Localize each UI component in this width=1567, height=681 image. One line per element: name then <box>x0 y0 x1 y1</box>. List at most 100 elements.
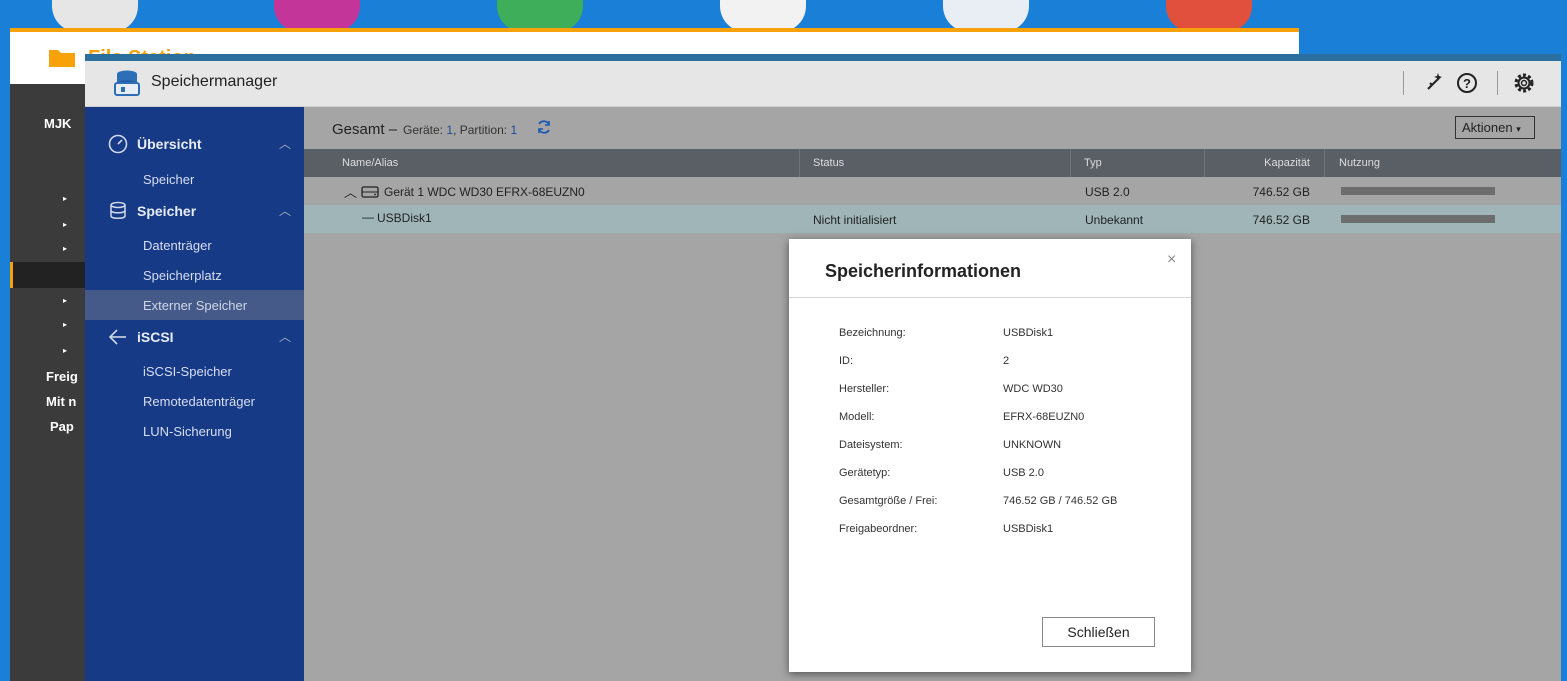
storage-info-dialog: Speicherinformationen × Bezeichnung: USB… <box>789 239 1191 672</box>
nav-group-iscsi[interactable]: iSCSI ︿ <box>85 322 304 352</box>
column-header-name[interactable]: Name/Alias <box>304 149 800 177</box>
magic-wand-icon[interactable] <box>1420 69 1448 97</box>
field-value: 2 <box>1003 355 1010 367</box>
field-label: Dateisystem: <box>839 439 903 451</box>
row-capacity: 746.52 GB <box>1252 185 1310 199</box>
summary-title-text: Gesamt <box>332 121 385 138</box>
dialog-title: Speicherinformationen <box>825 261 1022 281</box>
nav-group-overview[interactable]: Übersicht ︿ <box>85 129 304 159</box>
devices-count: 1 <box>446 123 454 137</box>
settings-gear-icon[interactable] <box>1510 69 1538 97</box>
column-header-label: Kapazität <box>1264 157 1310 169</box>
chevron-up-icon[interactable]: ︿ <box>279 202 291 219</box>
table-header: Name/Alias Status Typ Kapazität Nutzung <box>304 149 1561 177</box>
nav-item-externer-speicher[interactable]: Externer Speicher <box>85 290 304 320</box>
fs-tree-arrow[interactable]: ▸ <box>63 346 67 355</box>
field-value: 746.52 GB / 746.52 GB <box>1003 495 1118 507</box>
field-value: WDC WD30 <box>1003 383 1063 395</box>
table-row[interactable]: ︿ Gerät 1 WDC WD30 EFRX-68EUZN0 USB 2.0 … <box>304 177 1561 205</box>
folder-icon <box>49 50 75 67</box>
column-header-status[interactable]: Status <box>800 149 1071 177</box>
field-value: EFRX-68EUZN0 <box>1003 411 1085 423</box>
collapse-chevron-icon[interactable]: ︿ <box>344 182 357 201</box>
fs-tree-arrow[interactable]: ▸ <box>63 296 67 305</box>
header-divider <box>1403 71 1404 95</box>
row-type: USB 2.0 <box>1085 185 1130 199</box>
table-row-selected[interactable]: — USBDisk1 Nicht initialisiert Unbekannt… <box>304 205 1561 233</box>
tree-dash: — <box>362 210 374 224</box>
fs-tree-arrow[interactable]: ▸ <box>63 244 67 253</box>
summary-bar: Gesamt – Geräte: 1, Partition: 1 Aktione… <box>304 107 1561 149</box>
field-label: Gesamtgröße / Frei: <box>839 495 938 507</box>
close-button[interactable]: Schließen <box>1042 617 1155 647</box>
column-header-label: Status <box>813 157 845 169</box>
help-icon[interactable]: ? <box>1453 69 1481 97</box>
chevron-up-icon[interactable]: ︿ <box>279 328 291 345</box>
fs-sidebar-shared-with-me[interactable]: Mit n <box>46 394 76 409</box>
nav-item-speicher-overview[interactable]: Speicher <box>85 164 304 194</box>
field-value: USBDisk1 <box>1003 327 1054 339</box>
actions-label: Aktionen <box>1462 120 1513 135</box>
field-label: Modell: <box>839 411 875 423</box>
fs-sidebar-nas[interactable]: MJK <box>44 116 71 131</box>
row-name: Gerät 1 WDC WD30 EFRX-68EUZN0 <box>384 185 585 199</box>
caret-down-icon: ▾ <box>1516 124 1521 134</box>
column-header-capacity[interactable]: Kapazität <box>1205 149 1325 177</box>
field-label: Bezeichnung: <box>839 327 906 339</box>
dialog-divider <box>789 297 1191 298</box>
nav-item-iscsi-speicher[interactable]: iSCSI-Speicher <box>85 356 304 386</box>
nav-item-speicherplatz[interactable]: Speicherplatz <box>85 260 304 290</box>
side-navigation: Übersicht ︿ Speicher Speicher ︿ Datenträ… <box>85 107 304 681</box>
nav-item-remotedatentraeger[interactable]: Remotedatenträger <box>85 386 304 416</box>
column-header-type[interactable]: Typ <box>1071 149 1205 177</box>
row-capacity: 746.52 GB <box>1252 213 1310 227</box>
nav-group-label: Übersicht <box>137 136 202 152</box>
nav-group-storage[interactable]: Speicher ︿ <box>85 196 304 226</box>
disk-icon <box>361 186 379 198</box>
refresh-icon[interactable] <box>536 119 552 135</box>
fs-tree-arrow[interactable]: ▸ <box>63 220 67 229</box>
actions-dropdown[interactable]: Aktionen ▾ <box>1455 116 1535 139</box>
row-name: USBDisk1 <box>377 211 432 225</box>
usage-bar <box>1341 187 1495 195</box>
fs-tree-arrow[interactable]: ▸ <box>63 194 67 203</box>
dashboard-icon <box>108 134 128 154</box>
partition-label: Partition: <box>459 123 508 137</box>
window-header: Speichermanager ? <box>85 61 1561 107</box>
column-header-label: Name/Alias <box>342 157 399 169</box>
header-divider <box>1497 71 1498 95</box>
svg-text:?: ? <box>1463 76 1471 91</box>
field-value: USBDisk1 <box>1003 523 1054 535</box>
column-header-usage[interactable]: Nutzung <box>1325 149 1561 177</box>
field-value: UNKNOWN <box>1003 439 1062 451</box>
window-title: Speichermanager <box>151 73 278 90</box>
database-icon <box>110 201 126 219</box>
iscsi-icon <box>108 329 126 345</box>
field-label: Hersteller: <box>839 383 890 395</box>
row-status: Nicht initialisiert <box>813 213 897 227</box>
column-header-label: Typ <box>1084 157 1102 169</box>
fs-tree-arrow[interactable]: ▸ <box>63 320 67 329</box>
summary-title: Gesamt – <box>332 121 397 138</box>
fs-sidebar-recycle-bin[interactable]: Pap <box>50 419 74 434</box>
row-type: Unbekannt <box>1085 213 1144 227</box>
field-label: ID: <box>839 355 854 367</box>
nav-item-datentraeger[interactable]: Datenträger <box>85 230 304 260</box>
chevron-up-icon[interactable]: ︿ <box>279 135 291 152</box>
field-value: USB 2.0 <box>1003 467 1044 479</box>
file-station-sidebar: MJK ▸ ▸ ▸ ▸ ▸ ▸ Freig Mit n Pap <box>10 84 85 681</box>
field-label: Freigabeordner: <box>839 523 918 535</box>
fs-tree-selected-row[interactable] <box>10 262 85 288</box>
storage-manager-app-icon <box>114 70 140 96</box>
partition-count: 1 <box>510 123 518 137</box>
devices-label: Geräte: <box>403 123 444 137</box>
nav-group-label: Speicher <box>137 203 197 219</box>
nav-group-label: iSCSI <box>137 329 174 345</box>
summary-counts: Geräte: 1, Partition: 1 <box>403 123 518 137</box>
nav-item-lun-sicherung[interactable]: LUN-Sicherung <box>85 416 304 446</box>
close-icon[interactable]: × <box>1167 251 1176 269</box>
summary-dash: – <box>388 121 398 138</box>
column-header-label: Nutzung <box>1339 157 1380 169</box>
usage-bar <box>1341 215 1495 223</box>
fs-sidebar-share[interactable]: Freig <box>46 369 78 384</box>
